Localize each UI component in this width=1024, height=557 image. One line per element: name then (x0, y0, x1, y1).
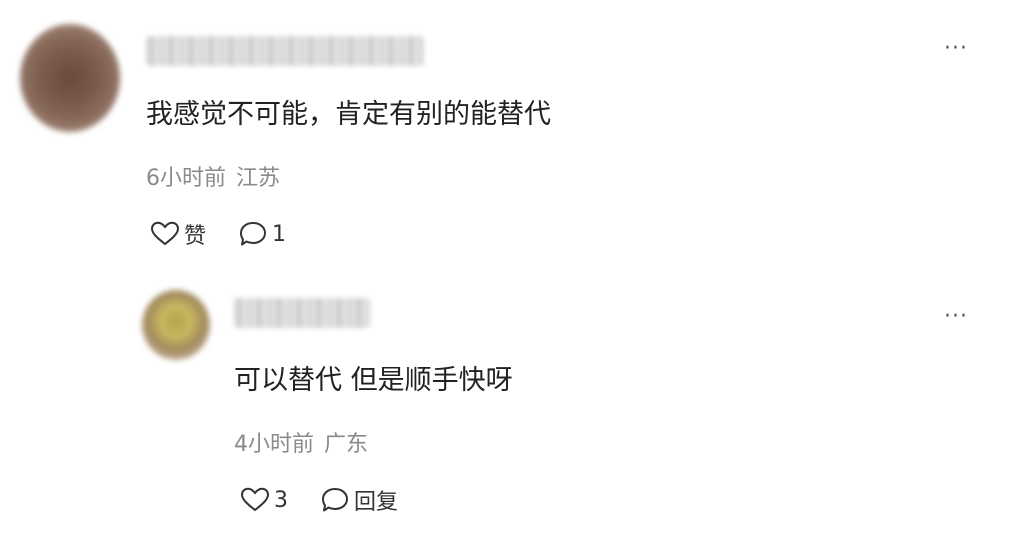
username-redacted[interactable] (234, 298, 370, 328)
comment-actions: 赞 1 (150, 218, 286, 250)
comment-thread: ··· 我感觉不可能，肯定有别的能替代 6小时前 江苏 赞 1 ··· 可以替代… (0, 0, 1024, 557)
comment-actions: 3 回复 (240, 484, 398, 516)
heart-outline-icon (240, 487, 270, 513)
reply-label: 回复 (354, 490, 399, 515)
like-button[interactable]: 3 (240, 487, 288, 513)
like-label: 赞 (184, 224, 207, 249)
reply-button[interactable]: 回复 (320, 484, 398, 516)
reply-count: 1 (272, 221, 287, 247)
heart-outline-icon (150, 221, 180, 247)
comment-location: 广东 (324, 432, 369, 457)
more-options-button[interactable]: ··· (944, 38, 968, 60)
comment-time: 6小时前 (146, 166, 226, 191)
comment-text: 我感觉不可能，肯定有别的能替代 (146, 99, 551, 130)
avatar[interactable] (142, 290, 210, 360)
username-redacted[interactable] (146, 36, 424, 66)
comment-meta: 6小时前 江苏 (146, 160, 280, 192)
more-options-button[interactable]: ··· (944, 306, 968, 328)
like-button[interactable]: 赞 (150, 218, 206, 250)
comment-meta: 4小时前 广东 (234, 426, 368, 458)
comment-location: 江苏 (236, 166, 281, 191)
comment-time: 4小时前 (234, 432, 314, 457)
avatar[interactable] (20, 24, 120, 132)
like-count: 3 (274, 487, 288, 513)
speech-bubble-outline-icon (320, 486, 350, 514)
speech-bubble-outline-icon (238, 220, 268, 248)
comment-text: 可以替代 但是顺手快呀 (234, 365, 513, 396)
reply-button[interactable]: 1 (238, 220, 286, 248)
